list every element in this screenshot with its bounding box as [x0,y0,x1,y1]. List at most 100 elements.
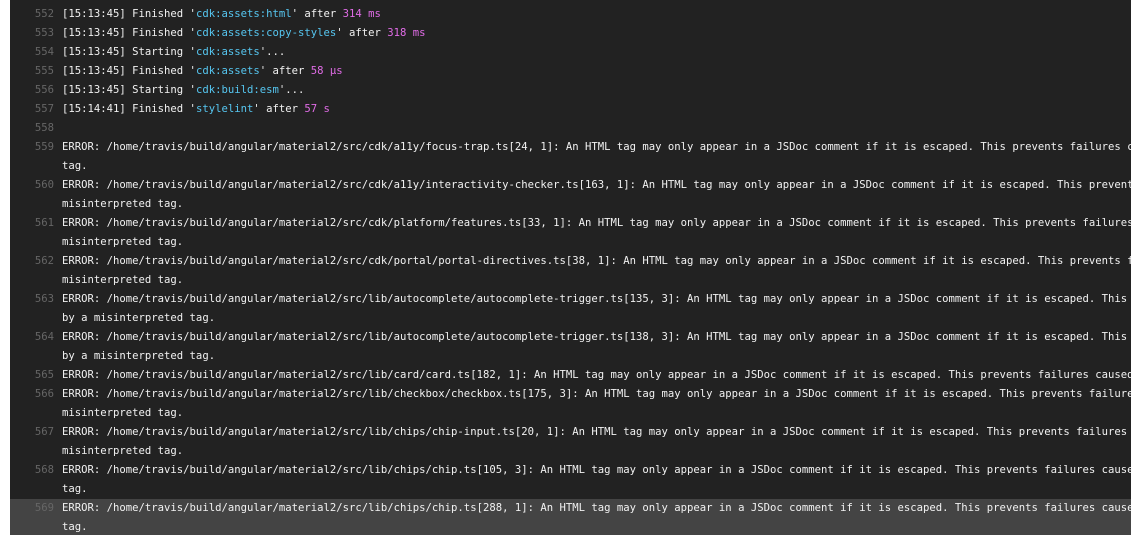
log-line-text: [15:13:45] Starting 'cdk:assets'... [62,46,285,58]
line-number-link[interactable]: 559 [10,138,62,157]
line-number-link[interactable]: 566 [10,385,62,404]
log-line-text: ERROR: /home/travis/build/angular/materi… [62,388,1131,400]
log-line-text: ERROR: /home/travis/build/angular/materi… [62,369,1131,381]
log-line: 563 ERROR: /home/travis/build/angular/mat… [10,290,1131,309]
log-text-wrapped: misinterpreted tag. [62,236,184,248]
log-mid: ' after [291,8,343,20]
log-text: ERROR: /home/travis/build/angular/materi… [62,217,1131,229]
log-line-continuation: misinterpreted tag. [10,271,1131,290]
log-text: ERROR: /home/travis/build/angular/materi… [62,255,1131,267]
task-name: cdk:assets [195,46,260,58]
line-number-link[interactable]: 568 [10,461,62,480]
log-lines: 551[15:13:45] Starting 'cdk:assets:copy-… [10,0,1131,535]
log-line-text: ERROR: /home/travis/build/angular/materi… [62,179,1131,191]
task-name: cdk:build:esm [195,84,279,96]
task-duration: 57 s [304,103,330,115]
line-number-link[interactable]: 564 [10,328,62,347]
log-line: 568 ERROR: /home/travis/build/angular/mat… [10,461,1131,480]
log-text: ERROR: /home/travis/build/angular/materi… [62,388,1131,400]
log-text-wrapped: misinterpreted tag. [62,445,184,457]
log-mid: '... [278,84,305,96]
task-name: cdk:assets:html [195,8,292,20]
log-prefix: [15:13:45] Finished ' [62,8,196,20]
log-line-continuation: tag. [10,157,1131,176]
log-line: 556 [15:13:45] Starting 'cdk:build:esm'..… [10,81,1131,100]
log-text: ERROR: /home/travis/build/angular/materi… [62,293,1128,305]
log-line-text: ERROR: /home/travis/build/angular/materi… [62,141,1131,153]
log-mid: ' after [253,103,305,115]
line-number-link[interactable]: 553 [10,24,62,43]
log-line: 564 ERROR: /home/travis/build/angular/mat… [10,328,1131,347]
log-line-text: ERROR: /home/travis/build/angular/materi… [62,331,1131,343]
log-text-wrapped: tag. [62,483,88,495]
log-line: 569 ERROR: /home/travis/build/angular/mat… [10,499,1131,518]
log-line-text: ERROR: /home/travis/build/angular/materi… [62,255,1131,267]
line-number-link[interactable]: 565 [10,366,62,385]
log-text-wrapped: tag. [62,160,88,172]
log-line: 552 [15:13:45] Finished 'cdk:assets:html'… [10,5,1131,24]
task-name: cdk:assets [195,65,260,77]
log-line-text: [15:13:45] Starting 'cdk:assets:copy-sty… [62,0,362,1]
log-line: 557 [15:14:41] Finished 'stylelint' after… [10,100,1131,119]
log-text: [15:13:45] Starting 'cdk:assets:copy-sty… [62,0,362,1]
log-line-continuation: misinterpreted tag. [10,195,1131,214]
log-text: ERROR: /home/travis/build/angular/materi… [62,179,1131,191]
log-prefix: [15:13:45] Finished ' [62,65,196,77]
log-prefix: [15:13:45] Starting ' [62,84,196,96]
log-line-continuation: tag. [10,480,1131,499]
log-line-continuation: misinterpreted tag. [10,404,1131,423]
task-duration: 314 ms [342,8,381,20]
line-number-link[interactable]: 569 [10,499,62,518]
log-text: ERROR: /home/travis/build/angular/materi… [62,331,1128,343]
log-line-text: ERROR: /home/travis/build/angular/materi… [62,464,1131,476]
line-number-link[interactable]: 563 [10,290,62,309]
line-number-link[interactable]: 567 [10,423,62,442]
log-line: 560 ERROR: /home/travis/build/angular/mat… [10,176,1131,195]
log-text-wrapped: tag. [62,521,88,533]
log-text: ERROR: /home/travis/build/angular/materi… [62,502,1131,514]
log-line: 567 ERROR: /home/travis/build/angular/mat… [10,423,1131,442]
line-number-link[interactable]: 558 [10,119,62,138]
task-duration: 58 μs [310,65,343,77]
log-mid: '... [259,46,286,58]
log-line-text: ERROR: /home/travis/build/angular/materi… [62,293,1131,305]
line-number-link[interactable]: 562 [10,252,62,271]
log-line: 561 ERROR: /home/travis/build/angular/mat… [10,214,1131,233]
log-line-continuation: tag. [10,518,1131,535]
task-duration: 318 ms [387,27,426,39]
log-line-text: ERROR: /home/travis/build/angular/materi… [62,426,1131,438]
log-line-continuation: misinterpreted tag. [10,442,1131,461]
log-line: 562 ERROR: /home/travis/build/angular/mat… [10,252,1131,271]
log-line-continuation: by a misinterpreted tag. [10,309,1131,328]
log-line: 559 ERROR: /home/travis/build/angular/mat… [10,138,1131,157]
log-text-wrapped: by a misinterpreted tag. [62,350,216,362]
line-number-link[interactable]: 554 [10,43,62,62]
build-log-panel: 551[15:13:45] Starting 'cdk:assets:copy-… [10,0,1131,535]
log-line-text: [15:13:45] Finished 'cdk:assets:html' af… [62,8,381,20]
log-line: 555 [15:13:45] Finished 'cdk:assets' afte… [10,62,1131,81]
log-text: ERROR: /home/travis/build/angular/materi… [62,369,1131,381]
log-line-text: [15:13:45] Starting 'cdk:build:esm'... [62,84,304,96]
log-line: 565 ERROR: /home/travis/build/angular/mat… [10,366,1131,385]
line-number-link[interactable]: 557 [10,100,62,119]
log-line: 558 [10,119,1131,138]
log-prefix: [15:14:41] Finished ' [62,103,196,115]
log-text: ERROR: /home/travis/build/angular/materi… [62,464,1131,476]
log-line-text: [15:13:45] Finished 'cdk:assets' after 5… [62,65,343,77]
log-mid: ' after [259,65,311,77]
log-text-wrapped: misinterpreted tag. [62,407,184,419]
log-line: 554 [15:13:45] Starting 'cdk:assets'... [10,43,1131,62]
line-number-link[interactable]: 560 [10,176,62,195]
line-number-link[interactable]: 556 [10,81,62,100]
log-text: ERROR: /home/travis/build/angular/materi… [62,141,1131,153]
task-name: cdk:assets:copy-styles [195,27,337,39]
log-line: 553 [15:13:45] Finished 'cdk:assets:copy-… [10,24,1131,43]
line-number-link[interactable]: 561 [10,214,62,233]
line-number-link[interactable]: 552 [10,5,62,24]
log-line-text: ERROR: /home/travis/build/angular/materi… [62,217,1131,229]
line-number-link[interactable]: 555 [10,62,62,81]
log-text-wrapped: by a misinterpreted tag. [62,312,216,324]
log-text-wrapped: misinterpreted tag. [62,274,184,286]
log-line-text: [15:13:45] Finished 'cdk:assets:copy-sty… [62,27,426,39]
log-line-text: ERROR: /home/travis/build/angular/materi… [62,502,1131,514]
